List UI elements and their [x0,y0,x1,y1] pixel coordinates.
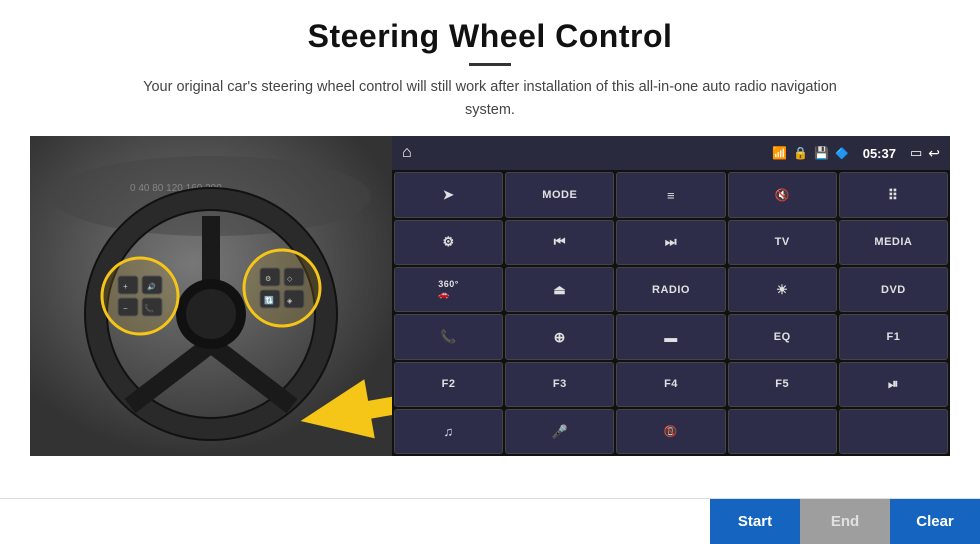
end-button[interactable]: End [800,499,890,544]
svg-text:📞: 📞 [144,303,154,313]
button-grid: ➤ MODE ≡ 🔇 ⠿ ⚙ ⏮ ⏭ TV MEDIA 360°🚗 ⏏ RADI… [392,170,950,456]
clear-button[interactable]: Clear [890,499,980,544]
btn-f1[interactable]: F1 [839,314,948,359]
btn-next[interactable]: ⏭ [616,220,725,265]
title-divider [469,63,511,66]
btn-playpause[interactable]: ⏯ [839,362,948,407]
btn-360[interactable]: 360°🚗 [394,267,503,312]
start-button[interactable]: Start [710,499,800,544]
btn-mode[interactable]: MODE [505,172,614,217]
btn-empty2 [839,409,948,454]
btn-empty1 [728,409,837,454]
back-icon[interactable]: ↩ [928,145,940,162]
btn-eq[interactable]: EQ [728,314,837,359]
btn-eject[interactable]: ⏏ [505,267,614,312]
svg-text:🔃: 🔃 [264,295,274,305]
action-bar: Start End Clear [0,498,980,544]
home-icon[interactable]: ⌂ [402,144,412,162]
btn-radio[interactable]: RADIO [616,267,725,312]
steering-wheel-image: 0 40 80 120 160 200 + 🔊 [30,136,392,456]
btn-brightness[interactable]: ☀ [728,267,837,312]
page-subtitle: Your original car's steering wheel contr… [120,76,860,122]
wifi-icon: 📶 [772,146,787,160]
btn-call-end[interactable]: 📵 [616,409,725,454]
btn-dvd[interactable]: DVD [839,267,948,312]
status-time: 05:37 [863,146,896,161]
btn-prev[interactable]: ⏮ [505,220,614,265]
btn-tv[interactable]: TV [728,220,837,265]
svg-text:◈: ◈ [287,298,293,305]
svg-text:🔊: 🔊 [147,282,156,291]
status-bar: ⌂ 📶 🔒 💾 🔷 05:37 ▭ ↩ [392,136,950,170]
svg-text:+: + [123,282,128,291]
btn-music[interactable]: ♫ [394,409,503,454]
btn-f5[interactable]: F5 [728,362,837,407]
btn-apps[interactable]: ⠿ [839,172,948,217]
btn-f2[interactable]: F2 [394,362,503,407]
action-spacer [0,499,710,544]
lock-icon: 🔒 [793,146,808,160]
btn-gps[interactable]: ⊕ [505,314,614,359]
page-container: Steering Wheel Control Your original car… [0,0,980,544]
btn-screen[interactable]: ▬ [616,314,725,359]
btn-nav[interactable]: ➤ [394,172,503,217]
steering-wheel-svg: 0 40 80 120 160 200 + 🔊 [30,136,392,456]
svg-text:◇: ◇ [287,276,293,283]
btn-f4[interactable]: F4 [616,362,725,407]
btn-settings[interactable]: ⚙ [394,220,503,265]
sd-icon: 💾 [814,146,829,160]
btn-media[interactable]: MEDIA [839,220,948,265]
btn-mute[interactable]: 🔇 [728,172,837,217]
page-title: Steering Wheel Control [30,18,950,55]
content-row: 0 40 80 120 160 200 + 🔊 [30,136,950,456]
title-section: Steering Wheel Control Your original car… [30,18,950,136]
svg-text:⚙: ⚙ [265,275,271,283]
bt-icon: 🔷 [835,147,849,160]
btn-list[interactable]: ≡ [616,172,725,217]
btn-phone[interactable]: 📞 [394,314,503,359]
svg-text:−: − [123,304,128,313]
screen-icon: ▭ [910,145,922,161]
btn-f3[interactable]: F3 [505,362,614,407]
btn-mic[interactable]: 🎤 [505,409,614,454]
control-panel: ⌂ 📶 🔒 💾 🔷 05:37 ▭ ↩ ➤ MODE ≡ 🔇 ⠿ ⚙ [392,136,950,456]
